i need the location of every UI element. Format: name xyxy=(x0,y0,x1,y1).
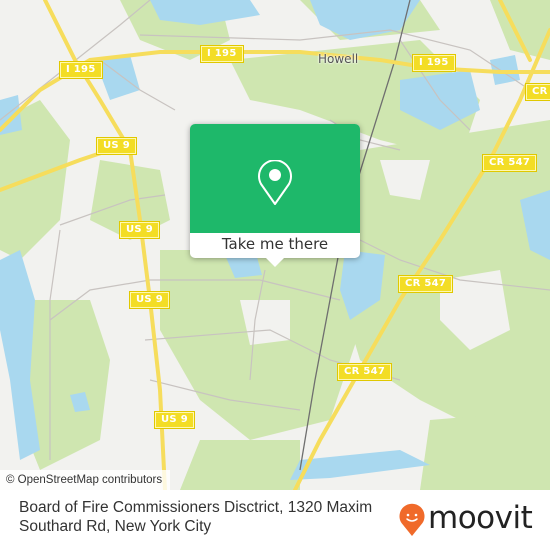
popup-header[interactable] xyxy=(190,124,360,233)
road-shield-us9: US 9 xyxy=(129,291,170,309)
road-shield-cr547: CR 547 xyxy=(481,154,538,172)
moovit-wordmark: moovit xyxy=(428,500,533,536)
location-title: Board of Fire Commissioners Disctrict, 1… xyxy=(19,499,373,535)
road-shield-cr547: CR 547 xyxy=(336,363,393,381)
road-shield-i195: I 195 xyxy=(200,45,244,63)
road-shield-us9: US 9 xyxy=(96,137,137,155)
road-shield-cr547: CR 547 xyxy=(397,275,454,293)
location-pin-icon xyxy=(258,160,292,205)
moovit-smiley-pin-icon xyxy=(399,503,425,536)
take-me-there-button[interactable]: Take me there xyxy=(190,233,360,258)
road-shield-us9: US 9 xyxy=(119,221,160,239)
map-attribution[interactable]: © OpenStreetMap contributors xyxy=(0,470,171,490)
road-shield-us9: US 9 xyxy=(154,411,195,429)
destination-popup: Take me there xyxy=(190,124,360,267)
popup-pointer xyxy=(266,258,284,267)
road-shield-cr: CR xyxy=(525,83,550,101)
road-shield-i195: I 195 xyxy=(59,61,103,79)
footer: Board of Fire Commissioners Disctrict, 1… xyxy=(0,490,550,550)
road-shield-i195: I 195 xyxy=(412,54,456,72)
place-label-howell: Howell xyxy=(318,52,359,66)
